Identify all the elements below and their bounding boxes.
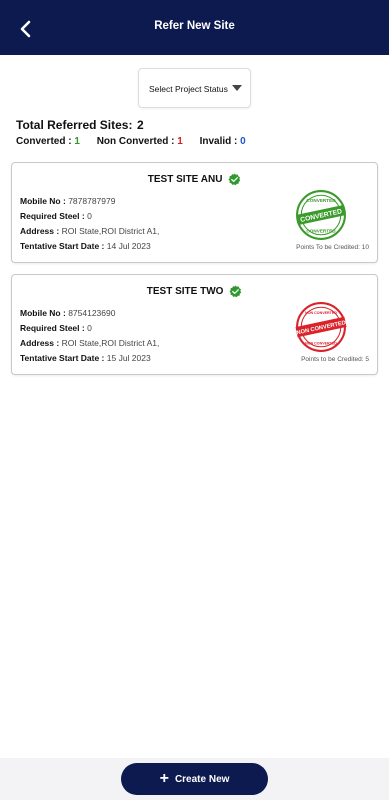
mobile-value: 8754123690: [68, 308, 116, 318]
total-referred-label: Total Referred Sites:: [16, 118, 133, 132]
invalid-count: Invalid : 0: [200, 136, 246, 147]
steel-label: Required Steel :: [20, 211, 85, 221]
verified-badge-icon: [229, 285, 242, 298]
svg-text:NON CONVERTED: NON CONVERTED: [305, 311, 337, 315]
site-title: TEST SITE ANU: [12, 173, 377, 186]
start-date-label: Tentative Start Date :: [20, 241, 105, 251]
plus-icon: +: [159, 770, 169, 787]
steel-row: Required Steel : 0: [20, 211, 92, 221]
non-converted-stamp-icon: NON CONVERTED NON CONVERTED NON CONVERTE…: [295, 302, 347, 352]
site-title: TEST SITE TWO: [12, 285, 377, 298]
page-title: Refer New Site: [154, 20, 235, 32]
non-converted-value: 1: [177, 136, 183, 147]
address-value: ROI State,ROI District A1,: [61, 226, 160, 236]
start-date-value: 15 Jul 2023: [106, 353, 151, 363]
converted-label: Converted :: [16, 136, 72, 147]
create-new-label: Create New: [174, 773, 230, 785]
create-new-button[interactable]: + Create New: [121, 763, 268, 795]
address-row: Address : ROI State,ROI District A1,: [20, 226, 159, 236]
start-date-label: Tentative Start Date :: [20, 353, 105, 363]
invalid-label: Invalid :: [199, 136, 238, 147]
converted-count: Converted : 1: [16, 136, 83, 147]
non-converted-label: Non Converted :: [96, 136, 175, 147]
invalid-value: 0: [240, 136, 246, 147]
mobile-label: Mobile No :: [20, 196, 66, 206]
mobile-value: 7878787979: [68, 196, 116, 206]
svg-text:NON CONVERTED: NON CONVERTED: [305, 342, 337, 346]
start-date-row: Tentative Start Date : 15 Jul 2023: [20, 353, 151, 363]
verified-badge-icon: [228, 173, 241, 186]
steel-value: 0: [87, 323, 92, 333]
status-counts: Converted : 1 Non Converted : 1 Invalid …: [16, 136, 260, 147]
start-date-value: 14 Jul 2023: [106, 241, 151, 251]
caret-down-icon: [232, 85, 242, 91]
mobile-row: Mobile No : 8754123690: [20, 308, 115, 318]
svg-text:CONVERTED: CONVERTED: [306, 198, 336, 203]
project-status-dropdown[interactable]: Select Project Status: [138, 68, 251, 108]
non-converted-count: Non Converted : 1: [97, 136, 186, 147]
points-to-credit: Points To be Credited: 10: [296, 244, 369, 251]
project-status-selected: Select Project Status: [149, 84, 228, 94]
address-label: Address :: [20, 338, 60, 348]
site-card[interactable]: TEST SITE ANU Mobile No : 7878787979 Req…: [11, 162, 378, 263]
address-label: Address :: [20, 226, 60, 236]
app-bar: Refer New Site: [0, 0, 389, 55]
start-date-row: Tentative Start Date : 14 Jul 2023: [20, 241, 151, 251]
converted-stamp-icon: CONVERTED CONVERTED CONVERTED: [296, 190, 346, 240]
mobile-row: Mobile No : 7878787979: [20, 196, 115, 206]
address-value: ROI State,ROI District A1,: [61, 338, 160, 348]
mobile-label: Mobile No :: [20, 308, 66, 318]
steel-label: Required Steel :: [20, 323, 85, 333]
total-referred-value: 2: [137, 118, 144, 132]
steel-row: Required Steel : 0: [20, 323, 92, 333]
site-name: TEST SITE TWO: [146, 286, 224, 297]
address-row: Address : ROI State,ROI District A1,: [20, 338, 159, 348]
site-card[interactable]: TEST SITE TWO Mobile No : 8754123690 Req…: [11, 274, 378, 375]
converted-value: 1: [74, 136, 80, 147]
steel-value: 0: [87, 211, 92, 221]
points-to-credit: Points to be Credited: 5: [301, 356, 369, 363]
svg-text:CONVERTED: CONVERTED: [306, 229, 336, 234]
site-name: TEST SITE ANU: [147, 174, 223, 185]
